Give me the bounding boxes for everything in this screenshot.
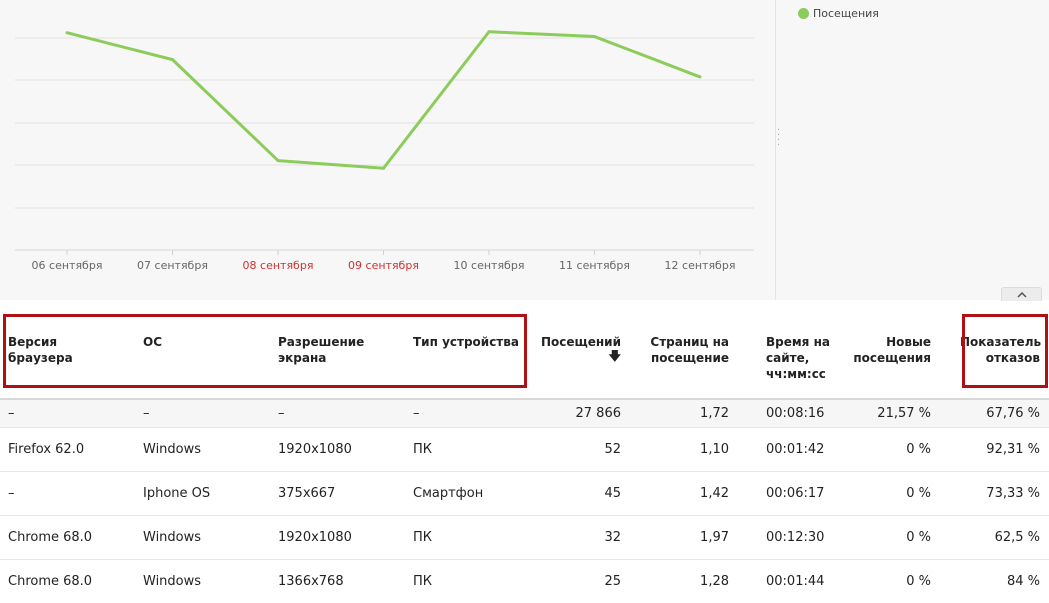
x-tick-label: 11 сентября bbox=[559, 259, 630, 272]
cell-bounce: 92,31 % bbox=[986, 442, 1040, 457]
x-tick-label: 07 сентября bbox=[137, 259, 208, 272]
data-point bbox=[487, 30, 491, 34]
cell-pages: 1,10 bbox=[700, 442, 729, 457]
cell-os: Iphone OS bbox=[143, 486, 211, 501]
legend-label: Посещения bbox=[813, 7, 879, 20]
cell-os: Windows bbox=[143, 530, 202, 545]
chevron-up-icon bbox=[1016, 291, 1027, 298]
cell-visits: 25 bbox=[604, 574, 621, 589]
col-header-pages[interactable]: Страниц на посещение bbox=[638, 334, 729, 366]
series-color-dot-icon bbox=[798, 8, 809, 19]
col-header-bounce[interactable]: Показатель отказов bbox=[960, 334, 1041, 366]
x-tick-label: 10 сентября bbox=[454, 259, 525, 272]
data-point bbox=[171, 58, 174, 62]
col-header-device[interactable]: Тип устройства bbox=[413, 334, 523, 350]
cell-time: 00:01:44 bbox=[766, 574, 825, 589]
cell-browser: Chrome 68.0 bbox=[8, 574, 93, 589]
cell-browser: Chrome 68.0 bbox=[8, 530, 93, 545]
cell-pages: 1,72 bbox=[700, 406, 729, 421]
series-line-visits bbox=[66, 30, 701, 170]
cell-time: 00:08:16 bbox=[766, 406, 825, 421]
visits-chart: 06 сентября 07 сентября 08 сентября 09 сент… bbox=[0, 0, 775, 300]
cell-device: ПК bbox=[413, 530, 433, 545]
cell-pages: 1,42 bbox=[700, 486, 729, 501]
cell-bounce: 67,76 % bbox=[986, 406, 1040, 421]
cell-browser: Firefox 62.0 bbox=[8, 442, 85, 457]
cell-browser: – bbox=[8, 406, 15, 421]
cell-device: – bbox=[413, 406, 420, 421]
col-header-browser[interactable]: Версия браузера bbox=[8, 334, 108, 366]
cell-pages: 1,97 bbox=[700, 530, 729, 545]
cell-bounce: 73,33 % bbox=[986, 486, 1040, 501]
cell-bounce: 84 % bbox=[1006, 574, 1040, 589]
totals-row: – – – – 27 866 1,72 00:08:16 21,57 % 67,… bbox=[0, 400, 1049, 428]
cell-bounce: 62,5 % bbox=[994, 530, 1040, 545]
data-point bbox=[382, 166, 385, 170]
cell-device: Смартфон bbox=[413, 486, 484, 501]
resize-handle-icon[interactable]: · · · · bbox=[777, 126, 781, 151]
data-point bbox=[593, 35, 596, 39]
col-header-os[interactable]: ОС bbox=[143, 334, 243, 350]
col-header-visits[interactable]: Посещений 🡇 bbox=[530, 334, 621, 362]
collapse-chart-button[interactable] bbox=[1001, 287, 1042, 301]
x-tick-label: 12 сентября bbox=[665, 259, 736, 272]
cell-os: – bbox=[143, 406, 150, 421]
x-tick-label: 09 сентября bbox=[348, 259, 419, 272]
col-header-visits-label: Посещений bbox=[540, 335, 621, 349]
cell-new-visits: 0 % bbox=[906, 442, 931, 457]
cell-resolution: 375x667 bbox=[278, 486, 336, 501]
cell-browser: – bbox=[8, 486, 15, 501]
cell-resolution: 1366x768 bbox=[278, 574, 344, 589]
col-header-resolution[interactable]: Разрешение экрана bbox=[278, 334, 378, 366]
cell-os: Windows bbox=[143, 574, 202, 589]
cell-time: 00:06:17 bbox=[766, 486, 825, 501]
col-header-time[interactable]: Время на сайте, чч:мм:сс bbox=[766, 334, 838, 382]
table-row[interactable]: Chrome 68.0 Windows 1920x1080 ПК 32 1,97… bbox=[0, 516, 1049, 560]
cell-pages: 1,28 bbox=[700, 574, 729, 589]
cell-resolution: 1920x1080 bbox=[278, 442, 352, 457]
table-row[interactable]: Chrome 68.0 Windows 1366x768 ПК 25 1,28 … bbox=[0, 560, 1049, 603]
cell-os: Windows bbox=[143, 442, 202, 457]
table-row[interactable]: – Iphone OS 375x667 Смартфон 45 1,42 00:… bbox=[0, 472, 1049, 516]
table-header: Версия браузера ОС Разрешение экрана Тип… bbox=[0, 300, 1049, 400]
cell-time: 00:01:42 bbox=[766, 442, 825, 457]
sort-desc-icon: 🡇 bbox=[608, 349, 621, 363]
data-point bbox=[65, 31, 69, 35]
cell-visits: 45 bbox=[604, 486, 621, 501]
cell-new-visits: 0 % bbox=[906, 530, 931, 545]
cell-resolution: – bbox=[278, 406, 285, 421]
cell-resolution: 1920x1080 bbox=[278, 530, 352, 545]
x-tick-label: 08 сентября bbox=[243, 259, 314, 272]
table-row[interactable]: Firefox 62.0 Windows 1920x1080 ПК 52 1,1… bbox=[0, 428, 1049, 472]
cell-new-visits: 21,57 % bbox=[877, 406, 931, 421]
data-point bbox=[698, 75, 702, 79]
x-tick-label: 06 сентября bbox=[32, 259, 103, 272]
data-point bbox=[276, 159, 280, 163]
cell-new-visits: 0 % bbox=[906, 574, 931, 589]
cell-time: 00:12:30 bbox=[766, 530, 825, 545]
legend-item-visits[interactable]: Посещения bbox=[798, 7, 879, 20]
cell-new-visits: 0 % bbox=[906, 486, 931, 501]
cell-visits: 32 bbox=[604, 530, 621, 545]
line-chart-svg: 06 сентября 07 сентября 08 сентября 09 сент… bbox=[15, 30, 754, 272]
legend-panel: Посещения · · · · bbox=[775, 0, 1049, 300]
cell-visits: 52 bbox=[604, 442, 621, 457]
col-header-new-visits[interactable]: Новые посещения bbox=[840, 334, 931, 366]
cell-device: ПК bbox=[413, 442, 433, 457]
cell-visits: 27 866 bbox=[575, 406, 622, 421]
cell-device: ПК bbox=[413, 574, 433, 589]
report-table: Версия браузера ОС Разрешение экрана Тип… bbox=[0, 300, 1049, 603]
